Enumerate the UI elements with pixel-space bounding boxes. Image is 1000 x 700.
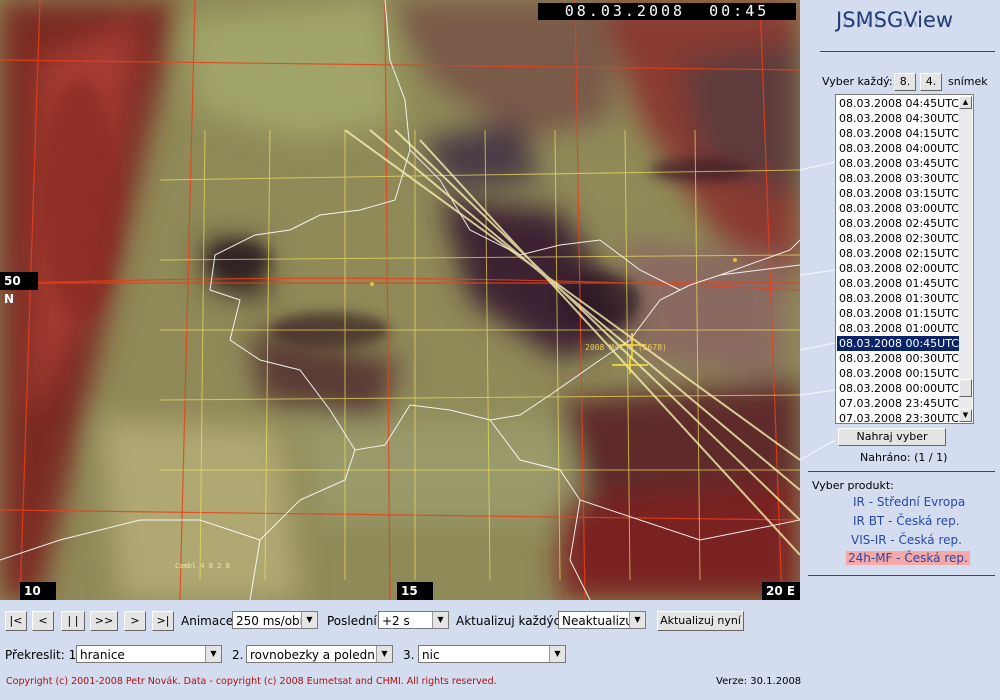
divider [820,51,995,52]
time-list-item[interactable]: 08.03.2008 03:15UTC [837,186,959,201]
time-list-item[interactable]: 08.03.2008 02:45UTC [837,216,959,231]
station-label: Combl 4 8 2 8 [175,562,230,570]
time-list-item[interactable]: 08.03.2008 02:00UTC [837,261,959,276]
last-frame-button[interactable]: >| [152,611,174,631]
point-marker [733,258,737,262]
layer-1-select[interactable]: hranice ▼ [76,645,222,663]
time-list-item[interactable]: 08.03.2008 00:00UTC [837,381,959,396]
version-text: Verze: 30.1.2008 [716,676,802,687]
longitude-label-mid: 15 E [397,582,433,600]
time-list-item[interactable]: 08.03.2008 02:15UTC [837,246,959,261]
select-every-label: Vyber každý: [822,75,893,88]
layer-2-value: rovnobezky a poledniky [250,648,392,662]
time-list-item[interactable]: 07.03.2008 23:30UTC [837,411,959,426]
time-list-item[interactable]: 08.03.2008 04:30UTC [837,111,959,126]
satellite-image: 2008 Mar 8 (2678) Combl 4 8 2 8 08.03.20… [0,0,800,600]
play-button[interactable]: >> [90,611,118,631]
next-frame-button[interactable]: > [124,611,146,631]
last-label: Poslední: [327,614,381,628]
every-4-button[interactable]: 4. [920,73,942,91]
product-24h-mf-czech[interactable]: 24h-MF - Česká rep. [846,551,970,565]
point-marker [370,282,374,286]
update-interval-value: Neaktualizuj [562,614,637,628]
animation-speed-select[interactable]: 250 ms/obr ▼ [232,611,318,629]
pause-button[interactable]: | | [61,611,85,631]
chevron-down-icon: ▼ [376,646,392,662]
update-interval-select[interactable]: Neaktualizuj ▼ [558,611,646,629]
time-list-scrollbar[interactable]: ▲ ▼ [959,96,972,422]
animation-label: Animace: [181,614,238,628]
chevron-down-icon: ▼ [549,646,565,662]
layer-1-value: hranice [80,648,125,662]
longitude-label-west: 10 E [20,582,56,600]
time-list-item[interactable]: 08.03.2008 01:45UTC [837,276,959,291]
scroll-thumb[interactable] [959,379,972,397]
scroll-up-icon[interactable]: ▲ [959,96,972,109]
time-list-item[interactable]: 08.03.2008 04:45UTC [837,96,959,111]
chevron-down-icon: ▼ [205,646,221,662]
last-frame-delay-select[interactable]: +2 s ▼ [378,611,449,629]
time-list[interactable]: 08.03.2008 04:45UTC 08.03.2008 04:30UTC 08… [835,94,974,426]
loaded-status: Nahráno: (1 / 1) [860,451,948,464]
time-list-item[interactable]: 08.03.2008 03:30UTC [837,171,959,186]
product-vis-ir-czech[interactable]: VIS-IR - Česká rep. [851,533,962,547]
time-list-item[interactable]: 08.03.2008 04:15UTC [837,126,959,141]
layer-2-label: 2. [232,648,244,662]
first-frame-button[interactable]: |< [5,611,27,631]
layer-2-select[interactable]: rovnobezky a poledniky ▼ [246,645,393,663]
load-selection-button[interactable]: Nahraj vyber [838,428,946,446]
timestamp-display: 08.03.2008 00:45 [538,3,796,20]
latitude-label: 50 N [0,272,38,306]
product-ir-central-europe[interactable]: IR - Střední Evropa [853,495,965,509]
frame-suffix-label: snímek [948,75,988,88]
layer-3-label: 3. [403,648,415,662]
product-ir-bt-czech[interactable]: IR BT - Česká rep. [853,514,960,528]
every-8-button[interactable]: 8. [894,73,916,91]
chevron-down-icon: ▼ [301,612,317,628]
pointer-lines [799,161,836,461]
animation-speed-value: 250 ms/obr [236,614,305,628]
product-label: Vyber produkt: [812,479,894,492]
chevron-down-icon: ▼ [629,612,645,628]
layer-3-value: nic [422,648,440,662]
time-list-item[interactable]: 08.03.2008 00:30UTC [837,351,959,366]
time-list-item[interactable]: 08.03.2008 04:00UTC [837,141,959,156]
time-list-item[interactable]: 07.03.2008 23:45UTC [837,396,959,411]
time-list-item[interactable]: 08.03.2008 00:45UTC [837,336,959,351]
divider [808,575,995,576]
satellite-map: 2008 Mar 8 (2678) Combl 4 8 2 8 [0,0,800,600]
scroll-down-icon[interactable]: ▼ [959,409,972,422]
time-list-item[interactable]: 08.03.2008 01:00UTC [837,321,959,336]
copyright-text: Copyright (c) 2001-2008 Petr Novák. Data… [6,676,497,687]
time-list-item[interactable]: 08.03.2008 01:30UTC [837,291,959,306]
previous-frame-button[interactable]: < [32,611,54,631]
update-now-button[interactable]: Aktualizuj nyní [657,611,744,631]
layer-3-select[interactable]: nic ▼ [418,645,566,663]
track-annotation: 2008 Mar 8 (2678) [585,343,667,352]
divider [808,471,995,472]
time-list-item[interactable]: 08.03.2008 02:30UTC [837,231,959,246]
time-list-item[interactable]: 08.03.2008 01:15UTC [837,306,959,321]
last-frame-delay-value: +2 s [382,614,410,628]
time-list-item[interactable]: 08.03.2008 03:00UTC [837,201,959,216]
redraw-label: Překreslit: 1. [5,648,81,662]
app-logo-reflection: JSMSGView [836,19,953,30]
update-label: Aktualizuj každých: [456,614,572,628]
time-list-items: 08.03.2008 04:45UTC 08.03.2008 04:30UTC 08… [837,96,959,426]
time-list-item[interactable]: 08.03.2008 00:15UTC [837,366,959,381]
time-list-item[interactable]: 08.03.2008 03:45UTC [837,156,959,171]
chevron-down-icon: ▼ [432,612,448,628]
